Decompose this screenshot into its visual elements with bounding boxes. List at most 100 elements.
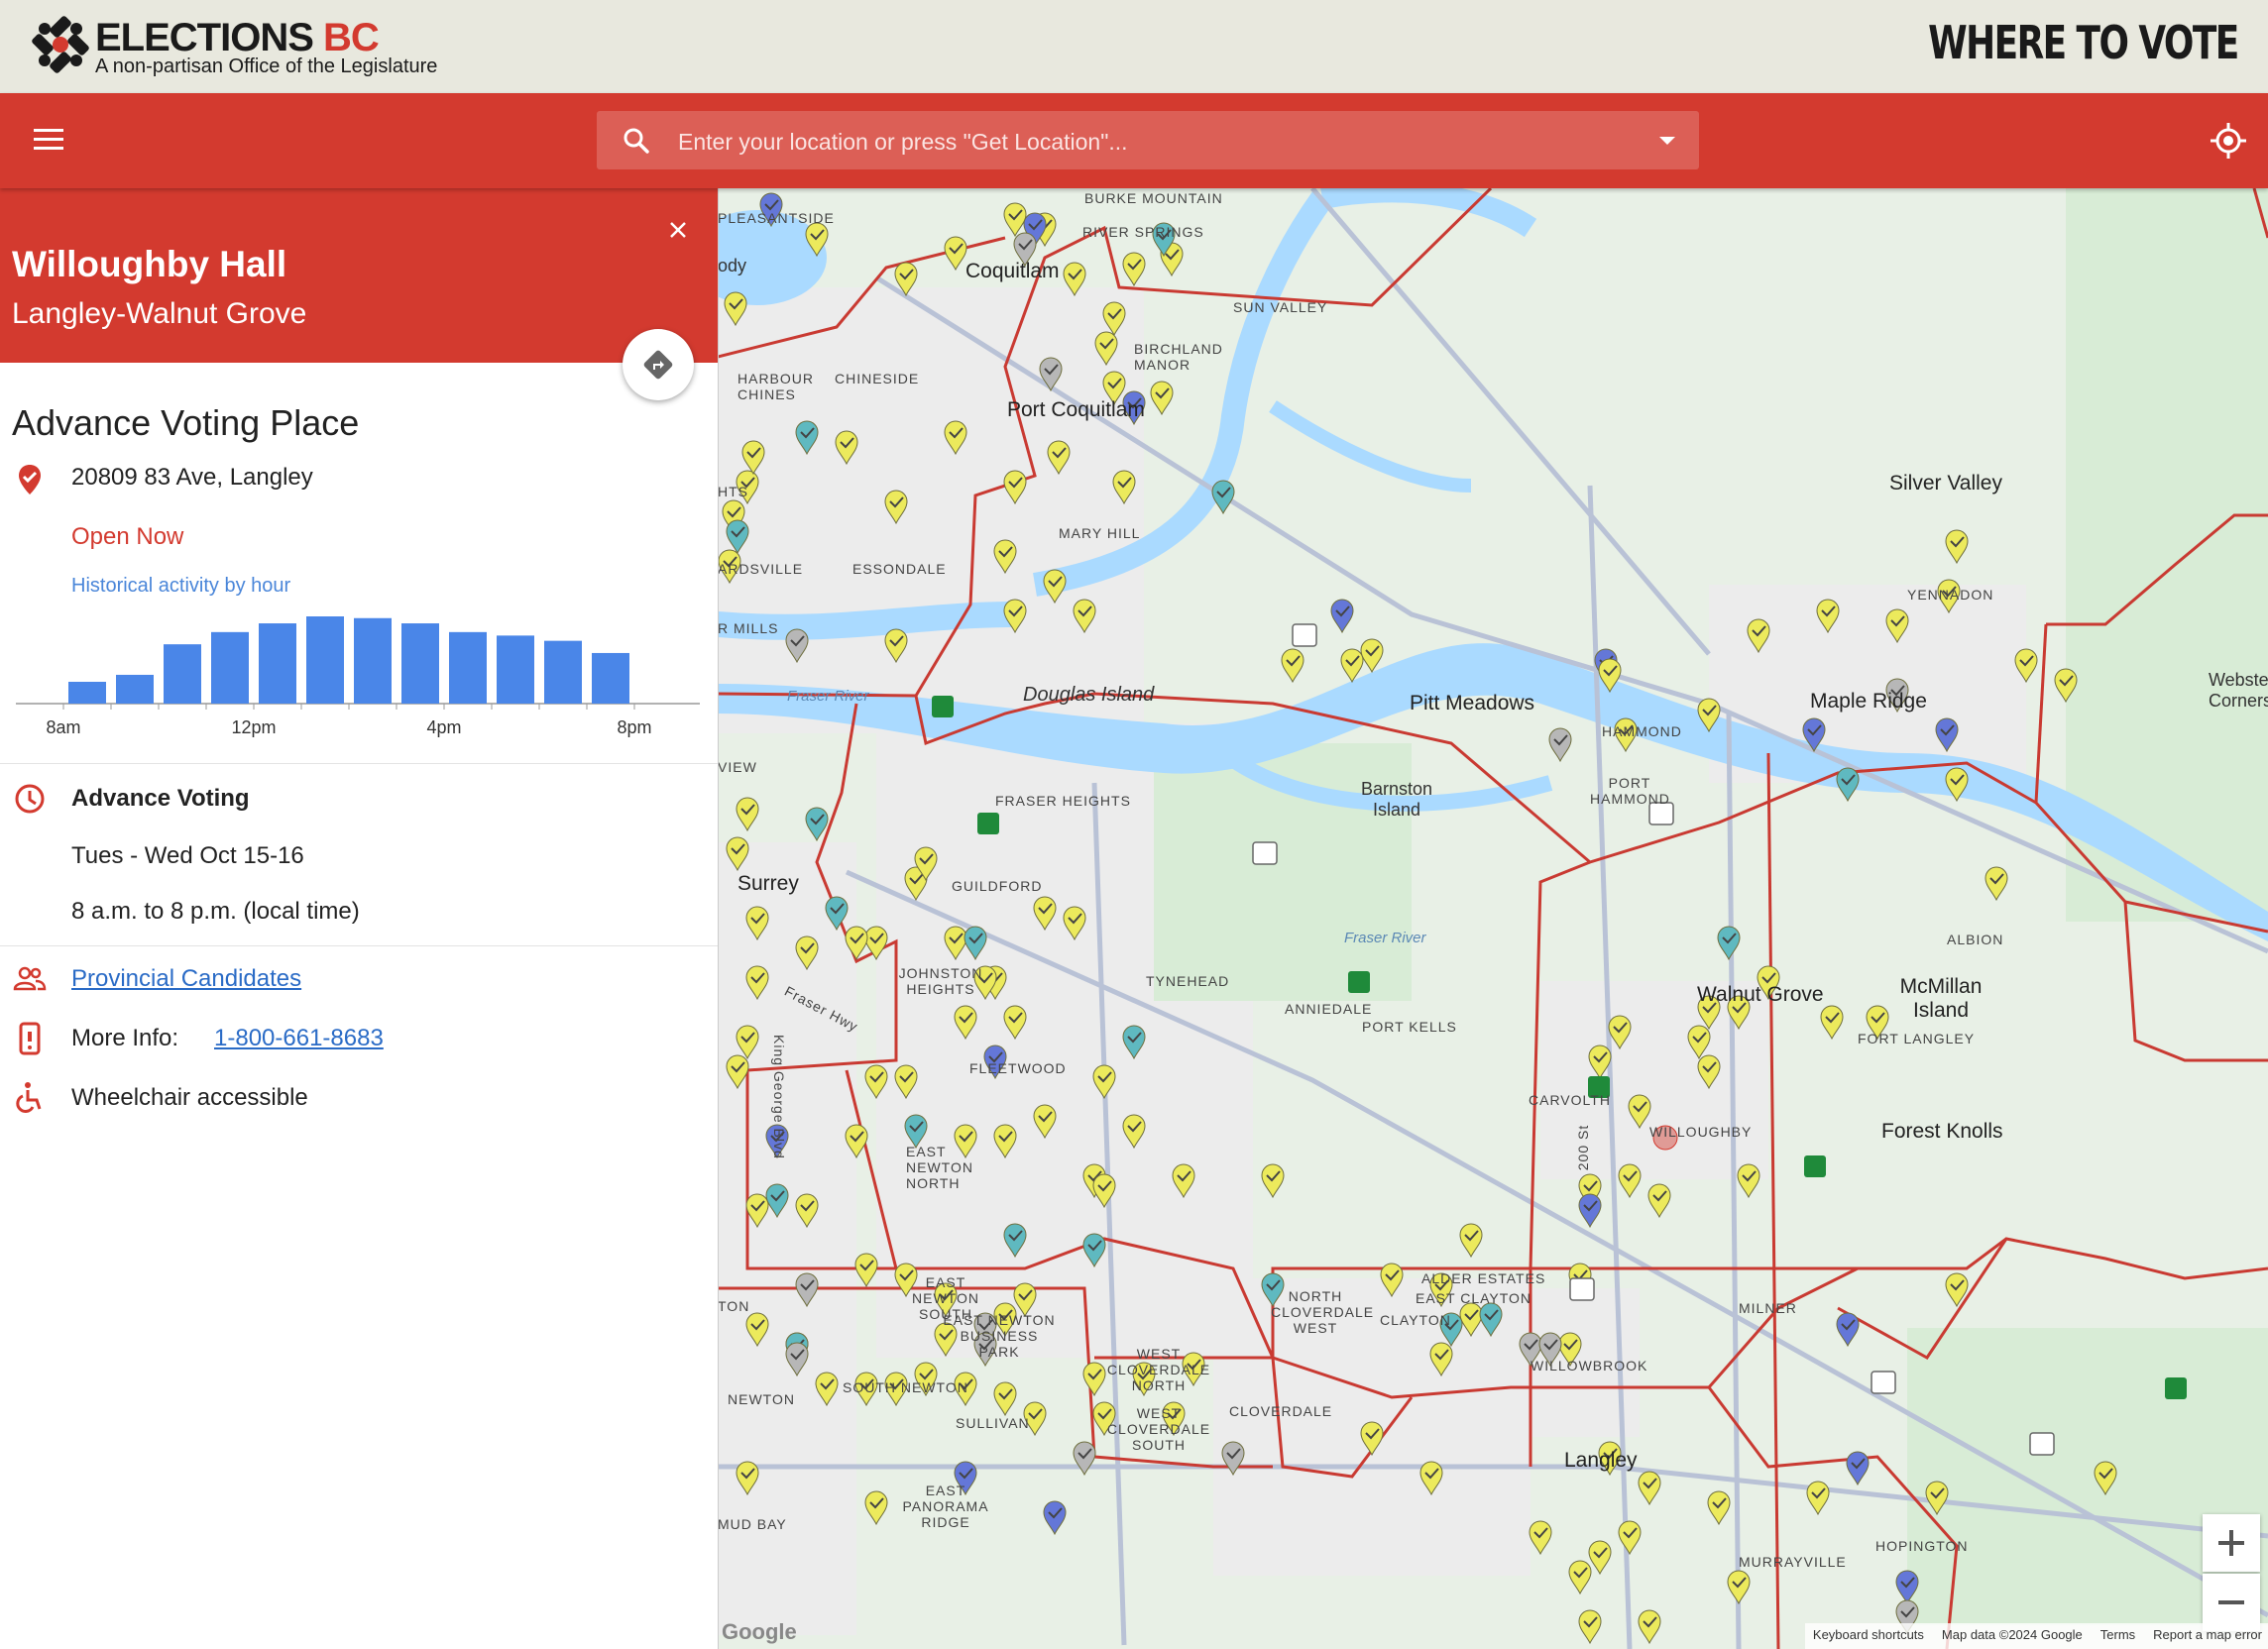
get-location-icon[interactable] [2209, 121, 2248, 161]
map-label: NEWTON [728, 1391, 795, 1407]
location-pin-icon [19, 465, 41, 495]
map-label: Fraser River [1344, 930, 1426, 946]
voting-place-marker[interactable] [1717, 926, 1741, 961]
elections-bc-logo[interactable]: ELECTIONS BC A non-partisan Office of th… [32, 14, 448, 77]
voting-place-marker[interactable] [1082, 1362, 1106, 1397]
voting-place-marker[interactable] [1073, 1441, 1096, 1477]
map-label: SUN VALLEY [1233, 299, 1328, 315]
map-label: MARY HILL [1059, 525, 1141, 541]
chart-bar [497, 635, 534, 704]
report-error-link[interactable]: Report a map error [2153, 1627, 2262, 1649]
voting-place-marker[interactable] [1820, 1005, 1844, 1041]
voting-place-marker[interactable] [736, 797, 759, 832]
directions-button[interactable] [623, 329, 694, 400]
voting-place-marker[interactable] [1618, 1520, 1642, 1556]
map-label: Barnston Island [1360, 779, 1433, 820]
chart-tick-label: 8am [46, 717, 80, 737]
voting-place-marker[interactable] [854, 1253, 878, 1288]
voting-place-marker[interactable] [1806, 1481, 1830, 1516]
voting-place-marker[interactable] [1360, 638, 1384, 674]
voting-place-marker[interactable] [864, 1490, 888, 1526]
voting-place-marker[interactable] [944, 236, 967, 272]
chart-bar [259, 623, 296, 704]
voting-place-marker[interactable] [1529, 1520, 1552, 1556]
voting-place-marker[interactable] [1211, 480, 1235, 515]
chart-bar [211, 631, 249, 704]
map-label: FLEETWOOD [969, 1060, 1067, 1076]
voting-place-marker[interactable] [1984, 866, 2008, 902]
map-label: McMillan Island [1899, 975, 1983, 1022]
voting-place-marker[interactable] [1568, 1560, 1592, 1595]
map-label: Webster's Corners [2209, 670, 2268, 711]
toolbar [0, 93, 2268, 188]
divider [0, 763, 718, 764]
map-label: YENNADON [1907, 587, 1994, 603]
voting-place-marker[interactable] [1150, 381, 1174, 416]
map-attribution: Keyboard shortcuts Map data ©2024 Google… [1804, 1623, 2268, 1649]
voting-place-marker[interactable] [1281, 648, 1304, 684]
voting-place-marker[interactable] [1340, 648, 1364, 684]
map-label: PORT KELLS [1362, 1019, 1457, 1035]
map-label: PORT HAMMOND [1590, 775, 1670, 807]
map-view[interactable]: BURKE MOUNTAIN PLEASANTSIDE RIVER SPRING… [718, 188, 2268, 1649]
hamburger-icon [34, 129, 63, 132]
voting-place-marker[interactable] [1618, 1163, 1642, 1199]
phone-link[interactable]: 1-800-661-8683 [214, 1025, 384, 1052]
voting-place-marker[interactable] [1737, 1163, 1760, 1199]
search-input[interactable] [676, 121, 1632, 163]
map-label: RIVER SPRINGS [1082, 224, 1204, 240]
map-label: TYNEHEAD [1146, 973, 1230, 989]
directions-icon [643, 350, 673, 380]
voting-place-marker[interactable] [1548, 727, 1572, 763]
people-icon [13, 966, 47, 991]
voting-place-marker[interactable] [1707, 1490, 1731, 1526]
voting-place-marker[interactable] [1945, 529, 1969, 565]
map-label: TON [718, 1298, 750, 1314]
voting-place-marker[interactable] [1578, 1193, 1602, 1229]
voting-place-marker[interactable] [1727, 1570, 1751, 1605]
voting-place-marker[interactable] [1043, 1500, 1067, 1536]
voting-place-marker[interactable] [1836, 1312, 1860, 1348]
map-label: MURRAYVILLE [1739, 1554, 1847, 1570]
terms-link[interactable]: Terms [2100, 1627, 2135, 1649]
voting-place-marker[interactable] [1647, 1183, 1671, 1219]
candidates-link[interactable]: Provincial Candidates [71, 965, 301, 993]
logo-tagline: A non-partisan Office of the Legislature [95, 55, 438, 77]
chart-bar [116, 674, 154, 704]
dropdown-arrow-icon[interactable] [1659, 137, 1675, 145]
voting-place-marker[interactable] [993, 1381, 1017, 1417]
map-label: HARBOUR CHINES [737, 371, 815, 402]
map-label: ARDSVILLE [718, 561, 804, 577]
map-label: EAST NEWTON BUSINESS PARK [943, 1312, 1056, 1360]
voting-place-marker[interactable] [1578, 1609, 1602, 1645]
voting-place-marker[interactable] [1588, 1540, 1612, 1576]
map-label: BURKE MOUNTAIN [1084, 190, 1223, 206]
map-label: FORT LANGLEY [1858, 1031, 1976, 1046]
voting-place-marker[interactable] [1846, 1451, 1870, 1486]
keyboard-shortcuts-link[interactable]: Keyboard shortcuts [1813, 1627, 1924, 1649]
voting-place-marker[interactable] [1836, 767, 1860, 803]
zoom-in-button[interactable] [2203, 1514, 2260, 1572]
voting-place-marker[interactable] [1638, 1609, 1661, 1645]
map-label: R MILLS [718, 620, 779, 636]
menu-button[interactable] [34, 125, 65, 157]
map-label: Douglas Island [1023, 684, 1155, 706]
chart-tick-label: 4pm [426, 717, 461, 737]
chart-bar [401, 623, 439, 704]
voting-place-marker[interactable] [1261, 1163, 1285, 1199]
chart-tick-label: 8pm [617, 717, 651, 737]
map-label: WEST CLOVERDALE NORTH [1106, 1346, 1211, 1393]
map-label: King George Blvd [771, 1035, 787, 1159]
voting-place-marker[interactable] [805, 807, 829, 842]
voting-place-marker[interactable] [1003, 202, 1027, 238]
map-label: WEST CLOVERDALE SOUTH [1106, 1405, 1211, 1453]
close-icon[interactable] [666, 218, 690, 242]
voting-place-marker[interactable] [1330, 599, 1354, 634]
map-label: Langley [1564, 1449, 1638, 1472]
chart-bar [164, 644, 201, 704]
voting-place-marker[interactable] [1459, 1223, 1483, 1259]
voting-place-marker[interactable] [1122, 252, 1146, 287]
voting-dates: Tues - Wed Oct 15-16 [71, 842, 304, 869]
map-label: HAMMOND [1602, 723, 1682, 739]
voting-place-marker[interactable] [1638, 1471, 1661, 1506]
